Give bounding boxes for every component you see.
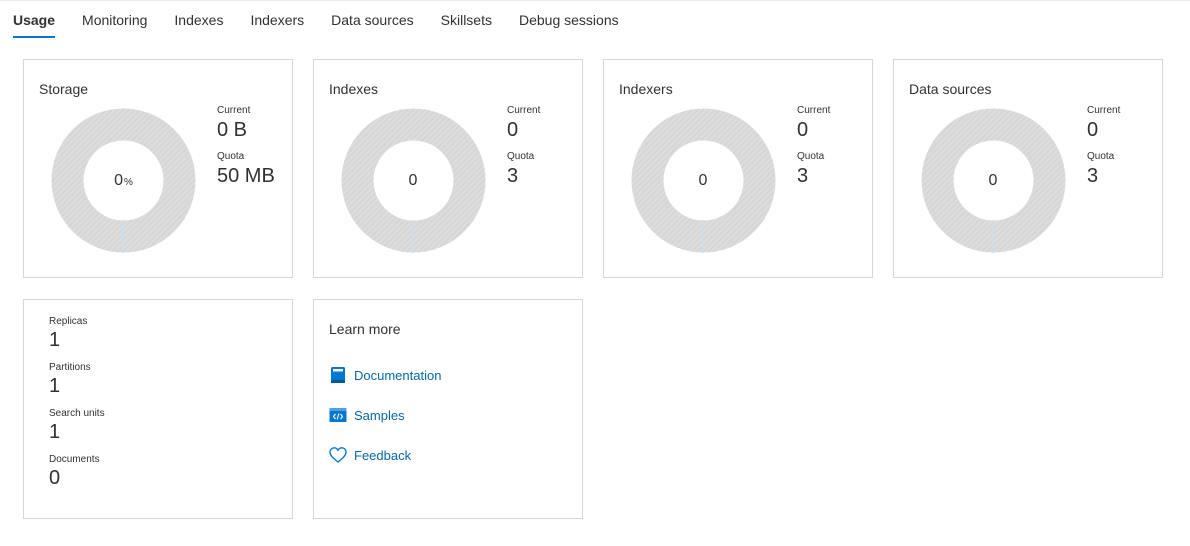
heart-icon (329, 447, 347, 463)
partitions-value: 1 (49, 375, 61, 397)
center-number: 0 (114, 171, 123, 189)
quota-value: 3 (507, 165, 519, 187)
documents-label: Documents (49, 454, 100, 465)
data-sources-card: Data sources 0 Current 0 Quota 3 (893, 59, 1163, 278)
card-title: Data sources (909, 81, 992, 97)
indexers-card: Indexers 0 Current 0 Quota 3 (603, 59, 873, 278)
top-divider (0, 0, 1190, 1)
learn-more-card: Learn more Documentation Samples Feedbac… (313, 299, 583, 519)
tab-bar: Usage Monitoring Indexes Indexers Data s… (13, 8, 646, 38)
quota-value: 3 (797, 165, 809, 187)
tab-skillsets[interactable]: Skillsets (441, 8, 492, 38)
quota-label: Quota (507, 151, 535, 162)
search-units-value: 1 (49, 421, 61, 443)
tab-monitoring[interactable]: Monitoring (82, 8, 147, 38)
quota-label: Quota (797, 151, 825, 162)
card-title: Indexers (619, 81, 673, 97)
feedback-link[interactable]: Feedback (329, 446, 411, 464)
storage-card: Storage 0% Current 0 B Quota 50 MB (23, 59, 293, 278)
quota-value: 50 MB (217, 165, 275, 187)
tab-usage[interactable]: Usage (13, 8, 56, 38)
quota-label: Quota (217, 151, 245, 162)
code-window-icon (329, 408, 347, 422)
current-label: Current (217, 105, 251, 116)
current-value: 0 B (217, 119, 248, 141)
feedback-link-label: Feedback (354, 447, 412, 463)
center-number: 0 (698, 171, 708, 189)
donut-center-value: 0 (341, 108, 486, 253)
search-units-label: Search units (49, 408, 105, 419)
current-value: 0 (797, 119, 809, 141)
service-stats-card: Replicas 1 Partitions 1 Search units 1 D… (23, 299, 293, 519)
learn-more-title: Learn more (329, 321, 401, 337)
card-title: Storage (39, 81, 89, 97)
center-number: 0 (988, 171, 998, 189)
donut-center-value: 0 (631, 108, 776, 253)
samples-link[interactable]: Samples (329, 406, 405, 424)
samples-link-label: Samples (354, 407, 405, 423)
donut-center-value: 0 (921, 108, 1066, 253)
book-icon (331, 367, 345, 383)
tab-indexes[interactable]: Indexes (174, 8, 223, 38)
center-unit: % (124, 176, 133, 188)
current-label: Current (507, 105, 541, 116)
card-title: Indexes (329, 81, 379, 97)
donut-center-value: 0% (51, 108, 196, 253)
partitions-label: Partitions (49, 362, 91, 373)
current-value: 0 (1087, 119, 1099, 141)
replicas-label: Replicas (49, 316, 88, 327)
documentation-link-label: Documentation (354, 367, 442, 383)
documentation-link[interactable]: Documentation (329, 366, 441, 384)
current-value: 0 (507, 119, 519, 141)
documents-value: 0 (49, 467, 61, 489)
quota-label: Quota (1087, 151, 1115, 162)
current-label: Current (797, 105, 831, 116)
center-number: 0 (408, 171, 418, 189)
quota-value: 3 (1087, 165, 1099, 187)
indexes-card: Indexes 0 Current 0 Quota 3 (313, 59, 583, 278)
replicas-value: 1 (49, 329, 61, 351)
tab-data-sources[interactable]: Data sources (331, 8, 413, 38)
tab-debug-sessions[interactable]: Debug sessions (519, 8, 619, 38)
current-label: Current (1087, 105, 1121, 116)
tab-indexers[interactable]: Indexers (250, 8, 304, 38)
